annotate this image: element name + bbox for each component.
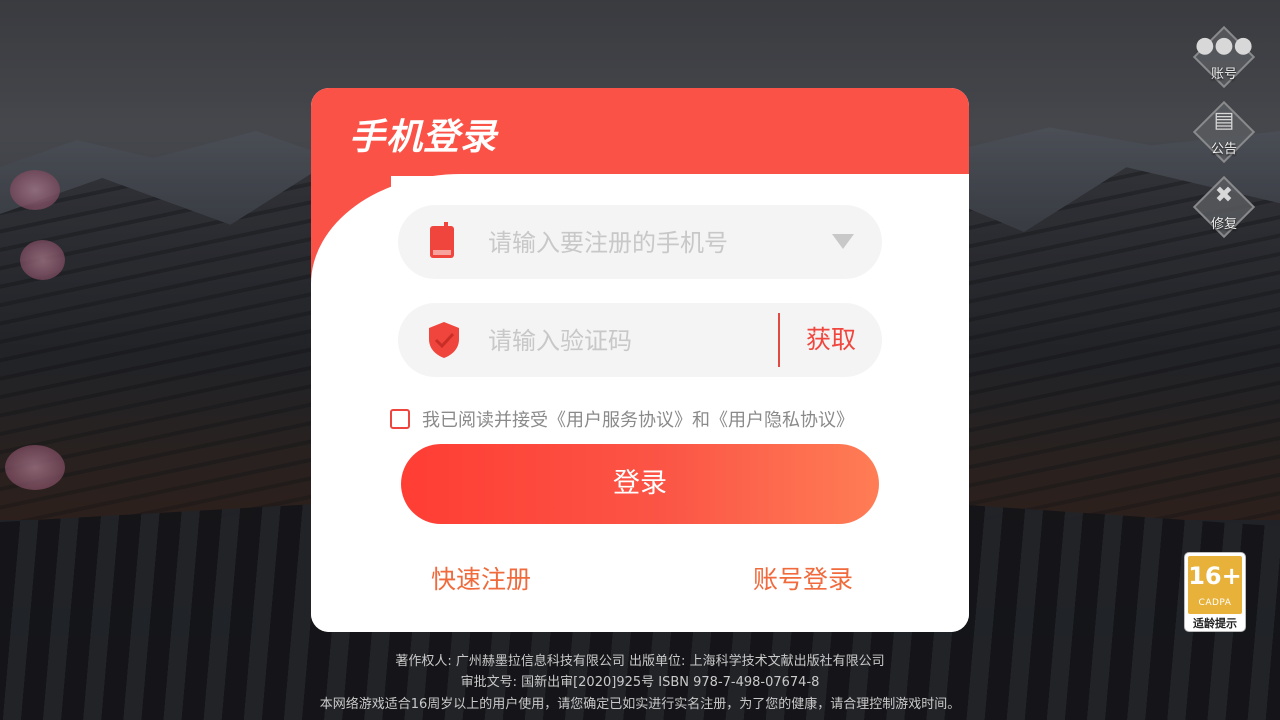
account-side-button[interactable]: ●●● 账号 (1192, 25, 1256, 89)
account-side-label: 账号 (1210, 67, 1237, 82)
verification-code-field[interactable]: 获取 (398, 303, 882, 379)
age-rating-tip: 适龄提示 (1193, 617, 1237, 630)
dialog-title: 手机登录 (349, 117, 498, 158)
age-badge-panel: 16+ CADPA (1188, 556, 1242, 614)
get-code-button[interactable]: 获取 (780, 303, 882, 377)
copyright-line: 著作权人: 广州赫墨拉信息科技有限公司 出版单位: 上海科学技术文献出版社有限公… (395, 654, 885, 669)
agreement-text[interactable]: 我已阅读并接受《用户服务协议》和《用户隐私协议》 (422, 406, 854, 432)
agreement-row: 我已阅读并接受《用户服务协议》和《用户隐私协议》 (390, 406, 854, 432)
shield-icon (429, 322, 459, 358)
wrench-icon: ✖ (1214, 183, 1234, 208)
verification-code-input[interactable] (486, 303, 810, 379)
phone-input[interactable] (486, 205, 810, 281)
age-rating-number: 16+ (1188, 562, 1242, 590)
health-notice-line: 本网络游戏适合16周岁以上的用户使用，请您确定已如实进行实名注册，为了您的健康，… (319, 697, 961, 712)
age-rating-org: CADPA (1198, 598, 1232, 608)
agreement-checkbox[interactable] (390, 409, 410, 429)
phone-field[interactable] (398, 205, 882, 281)
notice-side-button[interactable]: ▤ 公告 (1192, 100, 1256, 164)
repair-side-label: 修复 (1210, 217, 1237, 232)
chevron-down-icon[interactable] (832, 234, 854, 249)
account-login-link[interactable]: 账号登录 (753, 560, 853, 596)
repair-side-button[interactable]: ✖ 修复 (1192, 175, 1256, 239)
phone-login-dialog: 手机登录 获取 我已阅读并接受《用户服务协议》和《用户隐私协议》 登录 快速注册… (311, 88, 969, 632)
approval-line: 审批文号: 国新出审[2020]925号 ISBN 978-7-498-0767… (460, 675, 820, 690)
login-button[interactable]: 登录 (401, 444, 879, 524)
quick-register-link[interactable]: 快速注册 (431, 560, 531, 596)
group-icon: ●●● (1195, 33, 1253, 58)
notice-icon: ▤ (1213, 108, 1235, 133)
notice-side-label: 公告 (1210, 142, 1237, 157)
phone-icon (430, 222, 454, 258)
age-rating-badge[interactable]: 16+ CADPA 适龄提示 (1185, 553, 1245, 631)
